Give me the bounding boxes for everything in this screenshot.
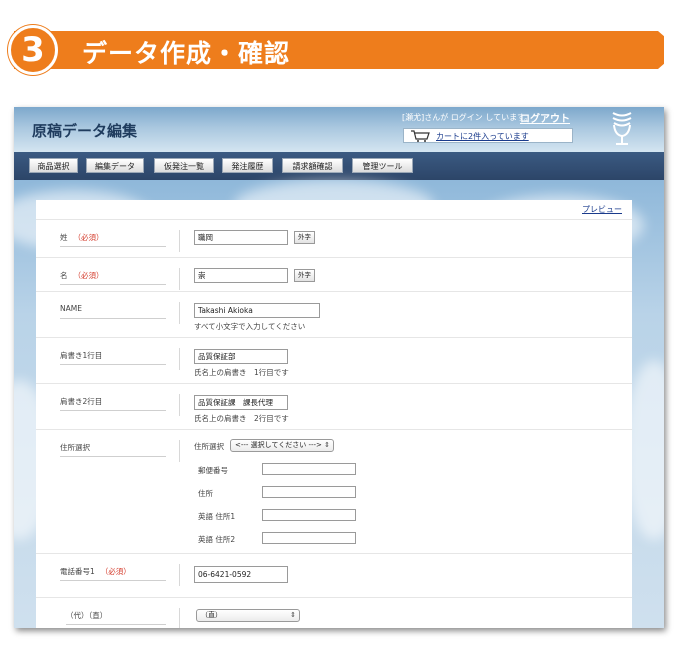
required-mark: （必須） xyxy=(73,271,104,280)
row-divider xyxy=(179,608,180,628)
label-text: 姓 xyxy=(60,233,68,242)
logo-icon xyxy=(612,112,632,145)
last-name-input[interactable]: 職岡 xyxy=(194,230,288,245)
row-divider xyxy=(179,440,180,462)
address-select-label: 住所選択 xyxy=(194,442,224,451)
nav-tab-provisional-orders[interactable]: 仮発注一覧 xyxy=(154,158,214,173)
form-row-title1: 肩書き1行目 品質保証部 氏名上の肩書き 1行目です xyxy=(36,337,632,384)
field-hint: 氏名上の肩書き 2行目です xyxy=(194,414,289,423)
first-name-input[interactable]: 崇 xyxy=(194,268,288,283)
step-banner: 3 データ作成・確認 xyxy=(0,25,680,75)
app-header: 原稿データ編集 [瀬尤]さんが ログイン しています。 ログアウト カートに2件… xyxy=(14,107,664,152)
name-roman-input[interactable]: Takashi Akioka xyxy=(194,303,320,318)
step-number: 3 xyxy=(21,30,45,70)
nav-tab-admin-tools[interactable]: 管理ツール xyxy=(352,158,413,173)
title1-input[interactable]: 品質保証部 xyxy=(194,349,288,364)
address-label: 住所 xyxy=(198,489,213,498)
label-text: NAME xyxy=(60,304,82,313)
form-row-title2: 肩書き2行目 品質保証課 課長代理 氏名上の肩書き 2行目です xyxy=(36,383,632,430)
preview-link[interactable]: プレビュー xyxy=(582,204,622,215)
address-input[interactable] xyxy=(262,486,356,498)
required-mark: （必須） xyxy=(73,233,104,242)
form-row-phone1: 電話番号1 （必須） 06-6421-0592 xyxy=(36,553,632,598)
en-address2-label: 英語 住所2 xyxy=(198,535,236,544)
label-text: 肩書き2行目 xyxy=(60,397,103,406)
cart-text: カートに2件入っています xyxy=(436,132,529,141)
field-label: （代）（直） xyxy=(66,610,166,625)
field-label: 姓 （必須） xyxy=(60,232,166,247)
form-row-address: 住所選択 住所選択 <--- 選択してください ---> ⇕ 郵便番号 住所 英… xyxy=(36,429,632,554)
step-number-badge: 3 xyxy=(8,25,58,75)
label-text: 電話番号1 xyxy=(60,567,95,576)
en-address1-label: 英語 住所1 xyxy=(198,512,236,521)
field-label: 名 （必須） xyxy=(60,270,166,285)
select-arrow-icon: ⇕ xyxy=(290,611,296,619)
form-row-last-name: 姓 （必須） 職岡 外字 xyxy=(36,219,632,258)
en-address2-input[interactable] xyxy=(262,532,356,544)
phone-type-select[interactable]: （直） ⇕ xyxy=(196,609,300,622)
row-divider xyxy=(179,394,180,416)
field-label: NAME xyxy=(60,304,166,319)
field-label: 住所選択 xyxy=(60,442,166,457)
field-hint: すべて小文字で入力してください xyxy=(194,322,306,331)
title2-input[interactable]: 品質保証課 課長代理 xyxy=(194,395,288,410)
row-divider xyxy=(179,564,180,586)
nav-tab-billing[interactable]: 請求額確認 xyxy=(282,158,343,173)
row-divider xyxy=(179,268,180,290)
label-text: 住所選択 xyxy=(60,443,90,452)
page-title: 原稿データ編集 xyxy=(32,122,138,140)
form-row-phone-type: （代）（直） （直） ⇕ xyxy=(36,597,632,628)
gaiji-button[interactable]: 外字 xyxy=(294,231,315,244)
label-text: 肩書き1行目 xyxy=(60,351,103,360)
nav-tab-edit-data[interactable]: 編集データ xyxy=(86,158,144,173)
field-label: 電話番号1 （必須） xyxy=(60,566,166,581)
step-title: データ作成・確認 xyxy=(82,39,291,68)
row-divider xyxy=(179,230,180,252)
required-mark: （必須） xyxy=(100,567,131,576)
cart-icon xyxy=(411,130,430,142)
select-value: （直） xyxy=(201,611,222,619)
select-arrow-icon: ⇕ xyxy=(324,441,330,449)
form-panel: プレビュー 姓 （必須） 職岡 外字 名 （必須） 崇 外字 NAME Takash… xyxy=(36,200,632,628)
field-hint: 氏名上の肩書き 1行目です xyxy=(194,368,289,377)
form-row-first-name: 名 （必須） 崇 外字 xyxy=(36,257,632,292)
nav-tab-order-history[interactable]: 発注履歴 xyxy=(222,158,273,173)
field-label: 肩書き1行目 xyxy=(60,350,166,365)
label-text: （代）（直） xyxy=(66,611,108,620)
field-label: 肩書き2行目 xyxy=(60,396,166,411)
row-divider xyxy=(179,348,180,370)
phone1-input[interactable]: 06-6421-0592 xyxy=(194,566,288,583)
row-divider xyxy=(179,302,180,324)
gaiji-button[interactable]: 外字 xyxy=(294,269,315,282)
cart-link[interactable]: カートに2件入っています xyxy=(403,128,573,143)
postal-label: 郵便番号 xyxy=(198,466,228,475)
select-value: <--- 選択してください ---> xyxy=(235,441,322,449)
en-address1-input[interactable] xyxy=(262,509,356,521)
login-status: [瀬尤]さんが ログイン しています。 xyxy=(402,113,533,122)
app-window: 原稿データ編集 [瀬尤]さんが ログイン しています。 ログアウト カートに2件… xyxy=(14,107,664,628)
form-row-name-roman: NAME Takashi Akioka すべて小文字で入力してください xyxy=(36,291,632,338)
postal-input[interactable] xyxy=(262,463,356,475)
main-nav: 商品選択 編集データ 仮発注一覧 発注履歴 請求額確認 管理ツール xyxy=(14,152,664,180)
address-select[interactable]: <--- 選択してください ---> ⇕ xyxy=(230,439,334,452)
nav-tab-product-select[interactable]: 商品選択 xyxy=(29,158,78,173)
logout-link[interactable]: ログアウト xyxy=(520,110,570,125)
label-text: 名 xyxy=(60,271,68,280)
